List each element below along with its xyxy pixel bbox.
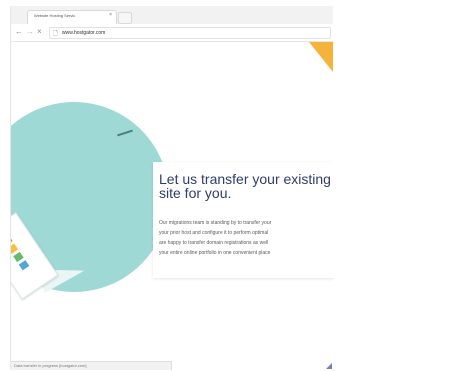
body-line: are happy to transfer domain registratio… [159,240,269,246]
tab-strip: Website Hosting Servic × [11,6,333,25]
address-bar[interactable]: 🗋 www.hostgator.com [49,27,331,39]
page-icon: 🗋 [53,31,58,37]
chart-bar-blue [18,260,30,271]
close-icon[interactable]: × [109,12,112,18]
orange-corner-shape [309,42,333,72]
tab-title: Website Hosting Servic [34,13,76,18]
reload-icon[interactable]: × [37,27,42,37]
browser-window: Website Hosting Servic × ← → × 🗋 www.hos… [10,6,333,370]
back-arrow-icon[interactable]: ← [15,27,23,37]
scroll-corner-indicator [326,363,332,369]
browser-toolbar: ← → × 🗋 www.hostgator.com [11,24,333,42]
chart-bar-green [13,251,24,263]
forward-arrow-icon[interactable]: → [26,27,34,37]
card-body: Our migrations team is standing by to tr… [159,218,333,258]
new-tab-button[interactable] [118,12,132,24]
status-bar: Data transfer in progress [hostgator.com… [11,361,172,370]
browser-tab[interactable]: Website Hosting Servic × [27,10,117,25]
status-text: Data transfer in progress [hostgator.com… [14,363,87,368]
url-text[interactable]: www.hostgator.com [62,30,105,36]
body-line: your entire online portfolio in one conv… [159,250,271,256]
body-line: Our migrations team is standing by to tr… [159,220,272,226]
web-page: Let us transfer your existing site for y… [11,42,333,370]
body-line: your prior host and configure it to perf… [159,230,269,236]
card-heading: Let us transfer your existing site for y… [159,171,331,201]
transfer-card: Let us transfer your existing site for y… [153,162,333,278]
